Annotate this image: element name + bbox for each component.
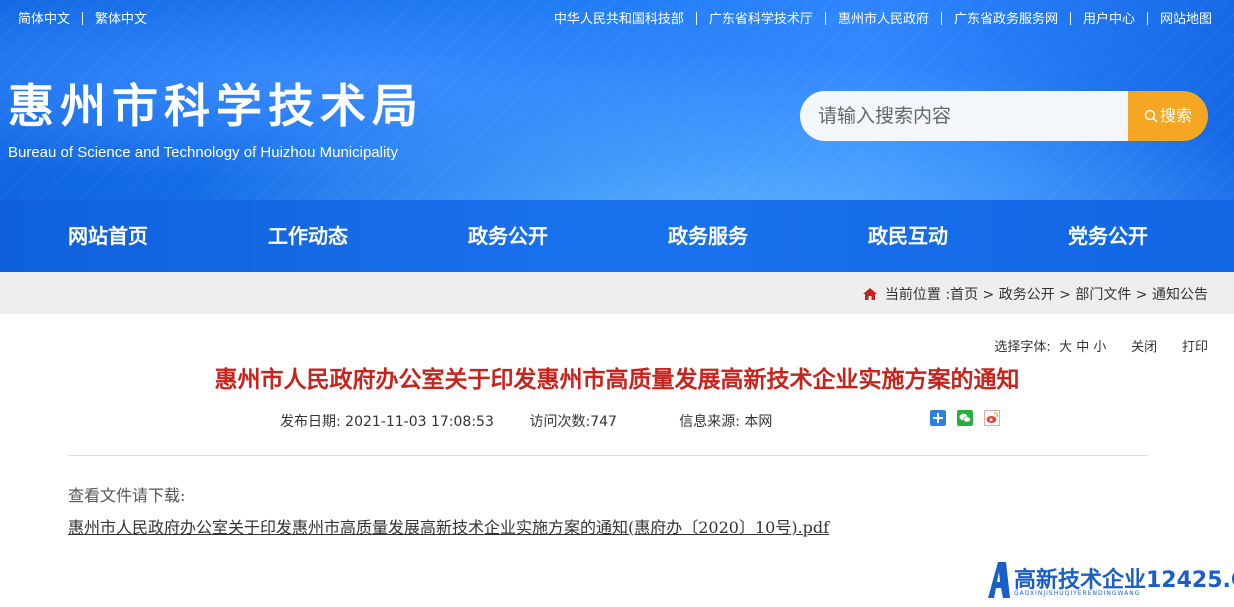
date-label: 发布日期: [280, 414, 341, 430]
nav-gov-service[interactable]: 政务服务 [608, 200, 808, 272]
font-size-label: 选择字体: [994, 340, 1051, 355]
link-user-center[interactable]: 用户中心 [1083, 12, 1135, 27]
breadcrumb-prefix: 当前位置 : [884, 287, 951, 303]
search-button[interactable]: 搜索 [1128, 91, 1208, 141]
font-small[interactable]: 小 [1093, 340, 1106, 355]
download-link[interactable]: 惠州市人民政府办公室关于印发惠州市高质量发展高新技术企业实施方案的通知(惠府办〔… [68, 514, 829, 538]
article-meta: 发布日期: 2021-11-03 17:08:53 访问次数:747 信息来源:… [280, 411, 772, 431]
site-title: 惠州市科学技术局 [8, 79, 424, 133]
link-sitemap[interactable]: 网站地图 [1160, 12, 1212, 27]
publish-date: 2021-11-03 17:08:53 [345, 414, 494, 430]
link-huizhou-gov[interactable]: 惠州市人民政府 [838, 12, 929, 27]
language-switcher: 简体中文 繁体中文 [18, 8, 147, 27]
watermark-subtext: GAOXINJISHUQIYERENDINGWANG [1014, 590, 1141, 597]
source-label: 信息来源: [679, 414, 740, 430]
watermark: 高新技术企业12425.CN GAOXINJISHUQIYERENDINGWAN… [986, 556, 1234, 602]
breadcrumb-gov-info[interactable]: 政务公开 [999, 287, 1055, 303]
share-buttons [930, 410, 1006, 428]
content-divider [68, 455, 1148, 456]
article-title: 惠州市人民政府办公室关于印发惠州市高质量发展高新技术企业实施方案的通知 [214, 367, 1020, 393]
nav-gov-info[interactable]: 政务公开 [408, 200, 608, 272]
lang-traditional[interactable]: 繁体中文 [95, 8, 147, 27]
top-links: 中华人民共和国科技部 广东省科学技术厅 惠州市人民政府 广东省政务服务网 用户中心 网站地… [554, 8, 1212, 27]
article-tools: 选择字体: 大 中 小 关闭 打印 [994, 336, 1208, 355]
link-gd-service[interactable]: 广东省政务服务网 [954, 12, 1058, 27]
nav-home[interactable]: 网站首页 [8, 200, 208, 272]
close-button[interactable]: 关闭 [1131, 340, 1157, 355]
search-button-label: 搜索 [1159, 106, 1192, 125]
breadcrumb-home[interactable]: 首页 [950, 287, 978, 303]
watermark-logo-icon [988, 562, 1010, 598]
visits-label: 访问次数: [529, 414, 591, 430]
font-medium[interactable]: 中 [1076, 340, 1089, 355]
home-icon [862, 288, 877, 300]
search-icon [1144, 109, 1158, 123]
nav-party-affairs[interactable]: 党务公开 [1008, 200, 1208, 272]
site-subtitle: Bureau of Science and Technology of Huiz… [8, 144, 398, 161]
lang-simplified[interactable]: 简体中文 [18, 8, 70, 27]
link-most[interactable]: 中华人民共和国科技部 [554, 12, 684, 27]
main-nav: 网站首页 工作动态 政务公开 政务服务 政民互动 党务公开 [0, 200, 1234, 272]
weibo-icon[interactable] [984, 410, 1001, 426]
wechat-icon[interactable] [957, 410, 974, 426]
font-large[interactable]: 大 [1059, 340, 1072, 355]
top-bar: 简体中文 繁体中文 中华人民共和国科技部 广东省科学技术厅 惠州市人民政府 广东省政务服… [0, 0, 1234, 32]
breadcrumb: 当前位置 :首页 > 政务公开 > 部门文件 > 通知公告 [862, 284, 1208, 304]
visit-count: 747 [590, 414, 617, 430]
nav-interaction[interactable]: 政民互动 [808, 200, 1008, 272]
share-plus-icon[interactable] [930, 410, 946, 426]
search-box: 搜索 [800, 91, 1208, 141]
nav-work-news[interactable]: 工作动态 [208, 200, 408, 272]
link-gdstc[interactable]: 广东省科学技术厅 [709, 12, 813, 27]
header-banner: 简体中文 繁体中文 中华人民共和国科技部 广东省科学技术厅 惠州市人民政府 广东省政务服… [0, 0, 1234, 200]
search-input[interactable] [800, 91, 1130, 141]
breadcrumb-dept-files[interactable]: 部门文件 [1075, 287, 1131, 303]
breadcrumb-notices[interactable]: 通知公告 [1152, 287, 1208, 303]
print-button[interactable]: 打印 [1182, 340, 1208, 355]
download-label: 查看文件请下载: [68, 486, 186, 505]
source-value: 本网 [744, 414, 773, 430]
breadcrumb-bar: 当前位置 :首页 > 政务公开 > 部门文件 > 通知公告 [0, 272, 1234, 314]
